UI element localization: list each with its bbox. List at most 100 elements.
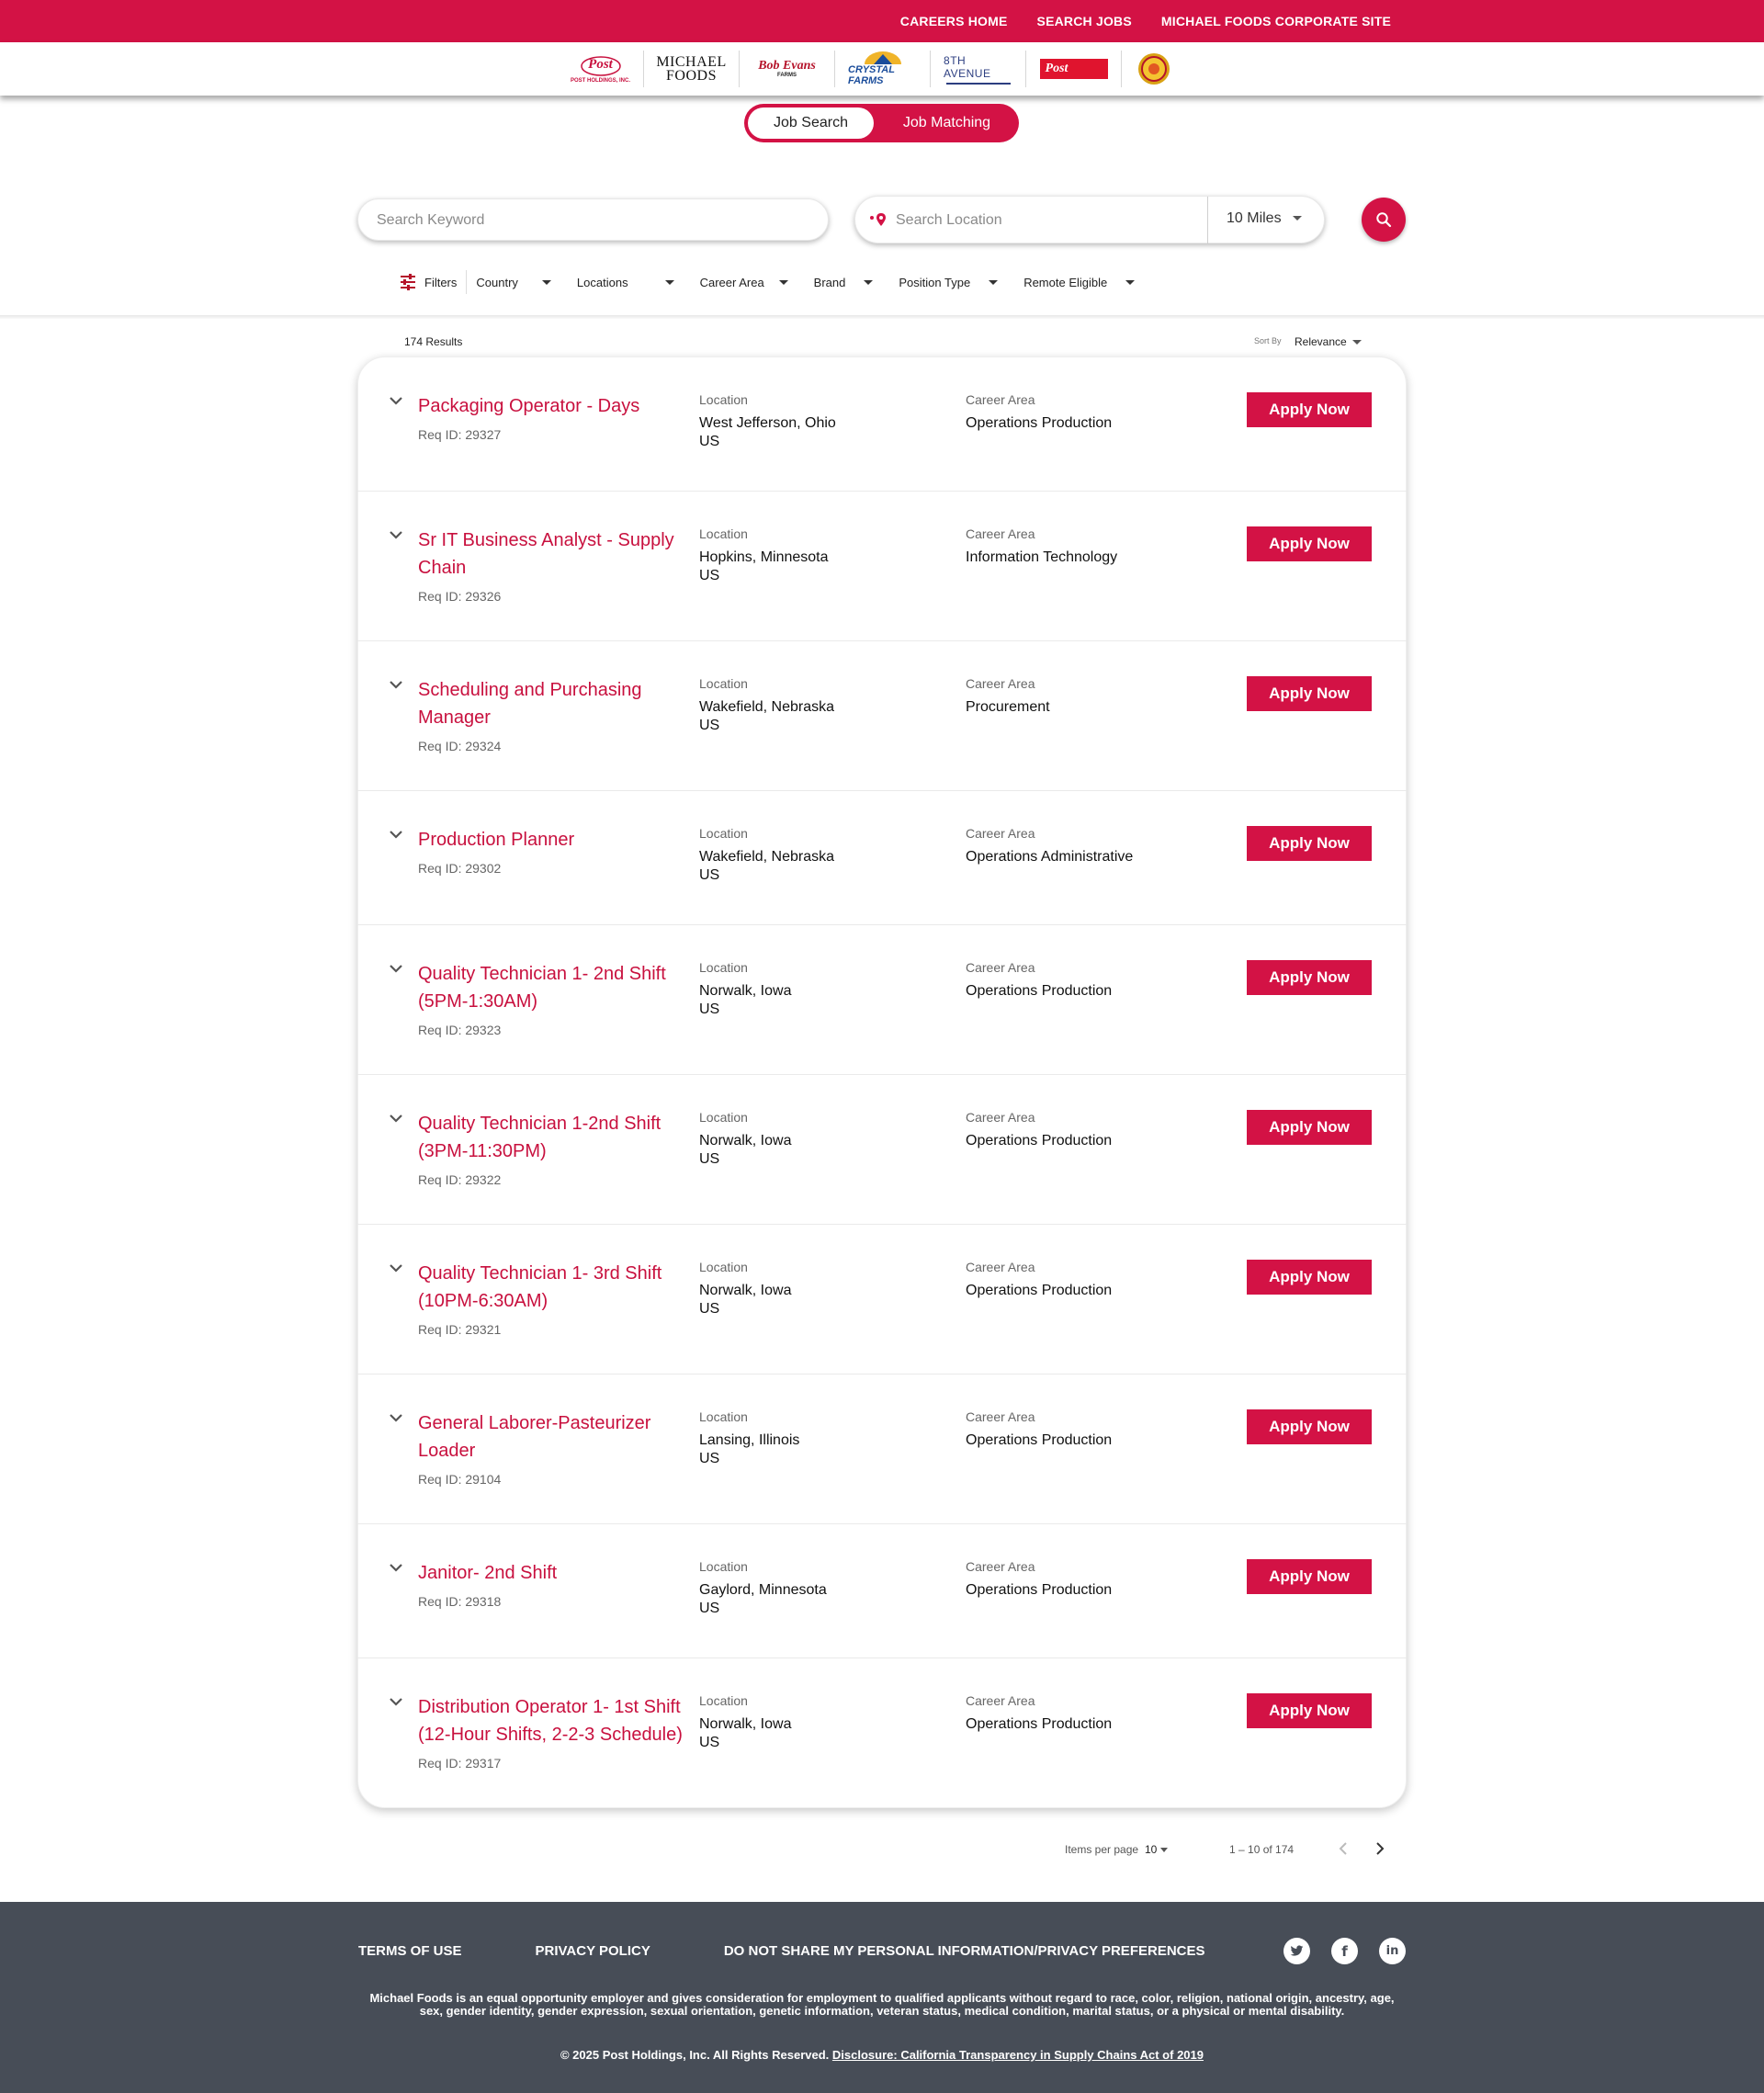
filter-career-area[interactable]: Career Area: [700, 276, 788, 289]
supply-chain-disclosure-link[interactable]: Disclosure: California Transparency in S…: [832, 2048, 1204, 2062]
radius-select[interactable]: 10 Miles: [1227, 210, 1302, 227]
facebook-icon[interactable]: f: [1331, 1938, 1358, 1964]
job-career-area: Operations Production: [966, 415, 1113, 431]
filter-locations[interactable]: Locations: [577, 276, 674, 289]
job-title-link[interactable]: Distribution Operator 1- 1st Shift (12-H…: [418, 1693, 684, 1748]
careers-home-link[interactable]: CAREERS HOME: [900, 14, 1008, 28]
terms-of-use-link[interactable]: TERMS OF USE: [358, 1943, 462, 1959]
location-search-input[interactable]: [896, 210, 1190, 231]
apply-now-button[interactable]: Apply Now: [1247, 1110, 1372, 1145]
job-country: US: [699, 1301, 720, 1317]
job-career-area: Operations Production: [966, 983, 1113, 999]
filter-divider: [0, 315, 1764, 319]
expand-chevron-icon[interactable]: [389, 1697, 403, 1706]
job-req-id: Req ID: 29327: [418, 427, 502, 442]
chevron-down-icon: [1292, 216, 1302, 221]
egg-seal-logo[interactable]: [1122, 51, 1186, 87]
filter-position-type-label: Position Type: [899, 275, 971, 289]
search-icon: [1376, 212, 1392, 228]
filter-locations-label: Locations: [576, 275, 628, 289]
job-title-link[interactable]: General Laborer-Pasteurizer Loader: [418, 1409, 684, 1465]
filter-country[interactable]: Country: [476, 276, 551, 289]
post-holdings-logo[interactable]: Post POST HOLDINGS, INC.: [558, 51, 645, 87]
chevron-down-icon: [664, 279, 674, 285]
apply-now-button[interactable]: Apply Now: [1247, 960, 1372, 995]
filter-remote-eligible[interactable]: Remote Eligible: [1023, 275, 1136, 289]
location-search-box: 10 Miles: [854, 196, 1325, 244]
apply-now-button[interactable]: Apply Now: [1247, 526, 1372, 561]
search-jobs-link[interactable]: SEARCH JOBS: [1037, 14, 1132, 28]
crystal-farms-logo[interactable]: CRYSTAL FARMS: [835, 51, 932, 87]
location-pin-icon[interactable]: [868, 211, 888, 230]
job-req-id: Req ID: 29318: [418, 1594, 502, 1609]
job-title-link[interactable]: Janitor- 2nd Shift: [418, 1559, 684, 1587]
apply-now-button[interactable]: Apply Now: [1247, 1559, 1372, 1594]
do-not-share-link[interactable]: DO NOT SHARE MY PERSONAL INFORMATION/PRI…: [724, 1943, 1205, 1959]
expand-chevron-icon[interactable]: [389, 1563, 403, 1572]
job-search-tab[interactable]: Job Search: [748, 107, 874, 139]
filter-brand[interactable]: Brand: [814, 276, 874, 289]
job-title-link[interactable]: Quality Technician 1-2nd Shift (3PM-11:3…: [418, 1110, 684, 1165]
job-city: Norwalk, Iowa: [699, 983, 792, 999]
job-row: Production Planner Req ID: 29302 Locatio…: [357, 791, 1407, 925]
expand-chevron-icon[interactable]: [389, 830, 403, 839]
job-req-id: Req ID: 29317: [418, 1756, 502, 1771]
expand-chevron-icon[interactable]: [389, 530, 403, 539]
brand-logos: Post POST HOLDINGS, INC. MICHAEL FOODS B…: [558, 48, 1186, 90]
job-title-link[interactable]: Packaging Operator - Days: [418, 392, 684, 420]
chevron-down-icon: [1125, 279, 1136, 285]
chevron-down-icon: [989, 279, 999, 285]
next-page-icon[interactable]: [1374, 1841, 1386, 1856]
items-per-page-value: 10: [1145, 1843, 1158, 1856]
job-title-link[interactable]: Sr IT Business Analyst - Supply Chain: [418, 526, 684, 582]
job-row: General Laborer-Pasteurizer Loader Req I…: [357, 1375, 1407, 1524]
twitter-icon[interactable]: [1283, 1938, 1310, 1964]
bob-evans-logo[interactable]: Bob Evans FARMS: [740, 51, 836, 87]
apply-now-button[interactable]: Apply Now: [1247, 826, 1372, 861]
expand-chevron-icon[interactable]: [389, 1263, 403, 1273]
apply-now-button[interactable]: Apply Now: [1247, 1693, 1372, 1728]
expand-chevron-icon[interactable]: [389, 964, 403, 973]
corporate-site-link[interactable]: MICHAEL FOODS CORPORATE SITE: [1161, 14, 1391, 28]
search-button[interactable]: [1362, 198, 1406, 242]
post-consumer-brands-logo[interactable]: Post: [1026, 51, 1123, 87]
filters-divider: [466, 270, 468, 294]
apply-now-button[interactable]: Apply Now: [1247, 676, 1372, 711]
linkedin-icon[interactable]: in: [1379, 1938, 1406, 1964]
apply-now-button[interactable]: Apply Now: [1247, 1260, 1372, 1295]
eighth-avenue-logo[interactable]: 8TH AVENUE: [931, 51, 1027, 87]
items-per-page-select[interactable]: 10: [1145, 1843, 1169, 1856]
privacy-policy-link[interactable]: PRIVACY POLICY: [536, 1943, 650, 1959]
expand-chevron-icon[interactable]: [389, 1413, 403, 1422]
job-title-link[interactable]: Scheduling and Purchasing Manager: [418, 676, 684, 731]
job-req-id: Req ID: 29326: [418, 589, 502, 604]
sort-by-select[interactable]: Relevance: [1295, 335, 1362, 348]
job-career-area: Operations Production: [966, 1133, 1113, 1148]
crystal-farms-sunburst: [864, 51, 901, 64]
filter-sliders-icon[interactable]: [399, 274, 417, 290]
expand-chevron-icon[interactable]: [389, 1114, 403, 1123]
apply-now-button[interactable]: Apply Now: [1247, 392, 1372, 427]
location-label: Location: [699, 1260, 748, 1274]
filter-position-type[interactable]: Position Type: [899, 275, 999, 289]
job-country: US: [699, 434, 720, 449]
job-matching-tab[interactable]: Job Matching: [880, 107, 1013, 139]
job-row: Packaging Operator - Days Req ID: 29327 …: [357, 357, 1407, 492]
expand-chevron-icon[interactable]: [389, 396, 403, 405]
filters-label[interactable]: Filters: [424, 276, 457, 289]
page-range: 1 – 10 of 174: [1229, 1843, 1295, 1856]
filter-remote-eligible-label: Remote Eligible: [1023, 275, 1108, 289]
job-city: Lansing, Illinois: [699, 1432, 800, 1448]
location-label: Location: [699, 392, 748, 407]
apply-now-button[interactable]: Apply Now: [1247, 1409, 1372, 1444]
job-country: US: [699, 867, 720, 883]
job-title-link[interactable]: Quality Technician 1- 3rd Shift (10PM-6:…: [418, 1260, 684, 1315]
michael-foods-logo[interactable]: MICHAEL FOODS: [644, 51, 741, 87]
eighth-avenue-wordmark: 8TH AVENUE: [944, 53, 991, 80]
keyword-search-input[interactable]: [377, 210, 808, 231]
location-label: Location: [699, 1559, 748, 1574]
job-title-link[interactable]: Production Planner: [418, 826, 684, 854]
job-title-link[interactable]: Quality Technician 1- 2nd Shift (5PM-1:3…: [418, 960, 684, 1015]
expand-chevron-icon[interactable]: [389, 680, 403, 689]
previous-page-icon[interactable]: [1337, 1841, 1350, 1856]
